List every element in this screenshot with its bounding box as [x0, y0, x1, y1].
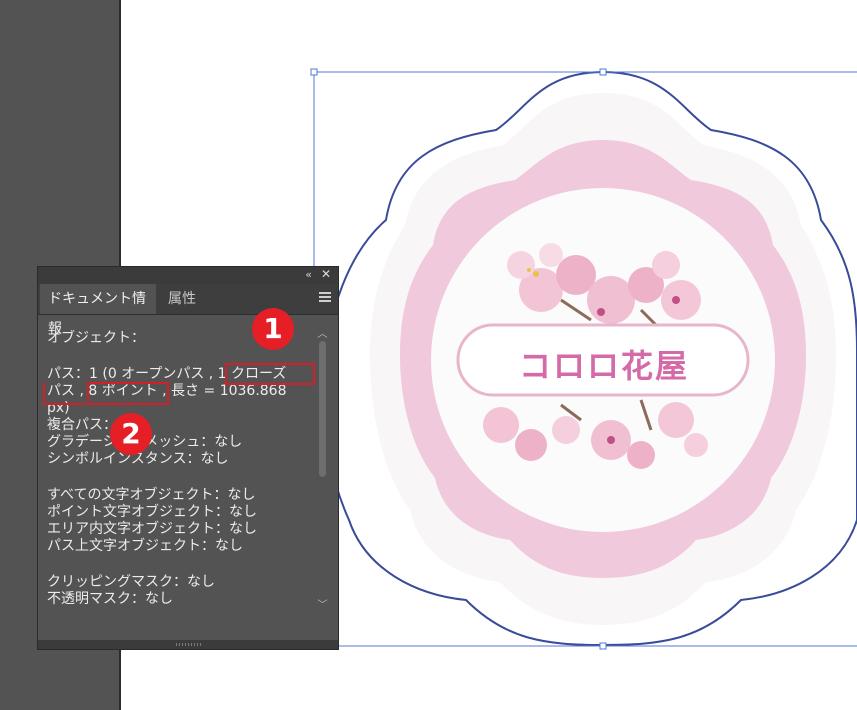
path-info-line-2: パス , 8 ポイント , 長さ = 1036.868 — [47, 383, 287, 399]
area-text-objects-info: エリア内文字オブジェクト：なし — [47, 521, 257, 537]
annotation-badge-1: 1 — [252, 308, 294, 350]
compound-path-info: 複合パス：なし — [47, 417, 145, 433]
panel-scrollbar[interactable]: ︿ ﹀ — [316, 325, 329, 611]
document-info-panel[interactable]: « ✕ ドキュメント情報 属性 オブジェクト： パス：1 (0 オープンパス ,… — [37, 266, 339, 650]
document-info-content: オブジェクト： パス：1 (0 オープンパス , 1 クローズ パス , 8 ポ… — [47, 330, 315, 610]
logo-text: コロロ花屋 — [518, 347, 689, 385]
opacity-mask-info: 不透明マスク：なし — [47, 591, 173, 607]
clipping-mask-info: クリッピングマスク：なし — [47, 574, 215, 590]
all-text-objects-info: すべての文字オブジェクト：なし — [47, 487, 256, 503]
tab-document-info[interactable]: ドキュメント情報 — [40, 284, 156, 337]
panel-resize-bar[interactable] — [38, 640, 338, 649]
resize-grip-icon[interactable] — [176, 643, 202, 646]
panel-menu-icon[interactable] — [319, 292, 331, 304]
panel-title-bar[interactable]: « ✕ — [38, 267, 338, 284]
collapse-panel-icon[interactable]: « — [305, 268, 312, 281]
path-info-line-1: パス：1 (0 オープンパス , 1 クローズ — [47, 366, 287, 382]
point-text-objects-info: ポイント文字オブジェクト：なし — [47, 504, 257, 520]
path-info-line-3: px) — [47, 400, 70, 416]
scroll-thumb[interactable] — [319, 341, 326, 477]
scroll-up-icon[interactable]: ︿ — [316, 325, 329, 340]
path-text-objects-info: パス上文字オブジェクト：なし — [47, 538, 243, 554]
symbol-instances-info: シンボルインスタンス：なし — [47, 451, 229, 467]
scroll-down-icon[interactable]: ﹀ — [316, 596, 329, 611]
annotation-badge-2: 2 — [110, 413, 152, 455]
gradient-mesh-info: グラデーションメッシュ：なし — [47, 434, 315, 451]
tab-attributes[interactable]: 属性 — [160, 284, 204, 314]
close-panel-icon[interactable]: ✕ — [321, 267, 331, 281]
panel-tab-bar: ドキュメント情報 属性 — [38, 284, 338, 337]
